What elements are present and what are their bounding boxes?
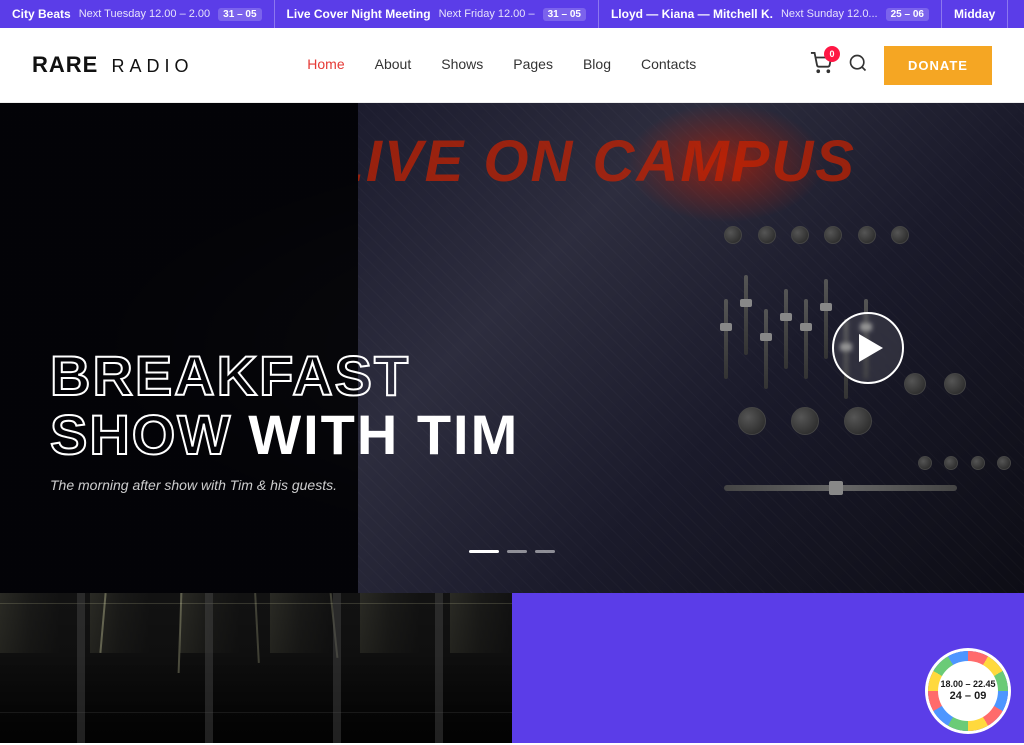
logo-light: RADIO (111, 56, 193, 76)
slide-indicator-3[interactable] (535, 550, 555, 553)
nav-link-about[interactable]: About (375, 56, 412, 72)
crossfader-handle (829, 481, 843, 495)
slide-indicator-2[interactable] (507, 550, 527, 553)
ticker-time-2: Next Friday 12.00 – (439, 8, 535, 20)
cart-badge: 0 (824, 46, 840, 62)
nav-link-contacts[interactable]: Contacts (641, 56, 696, 72)
hero-subtitle: The morning after show with Tim & his gu… (50, 477, 519, 493)
logo-bold: RARE (32, 52, 98, 77)
knob-sm-1 (918, 456, 932, 470)
knob-5 (858, 226, 876, 244)
pillar-1 (77, 593, 85, 743)
play-icon (859, 334, 883, 362)
ticker-time-1: Next Tuesday 12.00 – 2.00 (79, 8, 210, 20)
ticker-item-4: Midday (942, 0, 1008, 28)
badge-time-value: 18.00 – 22.45 (940, 679, 995, 690)
knob-3 (791, 226, 809, 244)
bottom-left-panel (0, 593, 512, 743)
knob-2 (758, 226, 776, 244)
hero-title-show: SHOW (50, 406, 232, 465)
badge-circle: 18.00 – 22.45 24 – 09 (928, 651, 1008, 731)
time-badge: 18.00 – 22.45 24 – 09 (928, 651, 1008, 731)
slide-indicator-1[interactable] (469, 550, 499, 553)
knob-1 (724, 226, 742, 244)
knob-4 (824, 226, 842, 244)
badge-date-value: 24 – 09 (950, 690, 987, 703)
ticker-time-3: Next Sunday 12.0... (781, 8, 878, 20)
nav-item-home[interactable]: Home (307, 56, 344, 74)
hero-title-line1: BREAKFAST (50, 347, 519, 406)
hero-title-with-tim: WITH TIM (248, 406, 519, 465)
hero-content: BREAKFAST SHOW WITH TIM The morning afte… (50, 347, 519, 493)
search-icon (848, 53, 868, 73)
nav-item-contacts[interactable]: Contacts (641, 56, 696, 74)
ticker-show-name-3: Lloyd — Kiana — Mitchell K. (611, 7, 773, 21)
ticker-date-3: 25 – 06 (886, 8, 929, 21)
play-button[interactable] (832, 312, 904, 384)
ticker-bar: City Beats Next Tuesday 12.00 – 2.00 31 … (0, 0, 1024, 28)
ticker-date-2: 31 – 05 (543, 8, 586, 21)
fader-5 (804, 299, 808, 379)
slide-indicators (469, 550, 555, 553)
fader-4 (784, 289, 788, 369)
hero-title-line2: SHOW WITH TIM (50, 406, 519, 465)
bottom-right-panel: 18.00 – 22.45 24 – 09 (512, 593, 1024, 743)
pillar-4 (435, 593, 443, 743)
badge-time-info: 18.00 – 22.45 24 – 09 (938, 661, 998, 721)
ticker-show-name-1: City Beats (12, 7, 71, 21)
search-button[interactable] (848, 53, 868, 78)
campus-text-overlay: LIVE ON CAMPUS (358, 128, 856, 195)
hero-section: LIVE ON CAMPUS BREAKFAST SHOW WITH TIM T… (0, 103, 1024, 593)
header: RARE RADIO Home About Shows Pages Blog C… (0, 28, 1024, 103)
knob-large-2 (791, 407, 819, 435)
header-actions: 0 DONATE (810, 46, 992, 85)
fader-2 (744, 275, 748, 355)
nav-item-blog[interactable]: Blog (583, 56, 611, 74)
nav-link-blog[interactable]: Blog (583, 56, 611, 72)
ticker-date-1: 31 – 05 (218, 8, 261, 21)
nav-item-pages[interactable]: Pages (513, 56, 553, 74)
ticker-show-name-4: Midday (954, 7, 995, 21)
pillar-2 (205, 593, 213, 743)
knob-sm-2 (944, 456, 958, 470)
pillar-3 (333, 593, 341, 743)
ticker-item-3: Lloyd — Kiana — Mitchell K. Next Sunday … (599, 0, 942, 28)
knob-large-4 (904, 373, 926, 395)
nav-item-shows[interactable]: Shows (441, 56, 483, 74)
ticker-item-2: Live Cover Night Meeting Next Friday 12.… (275, 0, 599, 28)
knob-sm-3 (971, 456, 985, 470)
donate-button[interactable]: DONATE (884, 46, 992, 85)
cart-button[interactable]: 0 (810, 52, 832, 79)
logo[interactable]: RARE RADIO (32, 52, 193, 78)
nav-link-shows[interactable]: Shows (441, 56, 483, 72)
knob-large-5 (944, 373, 966, 395)
nav-link-pages[interactable]: Pages (513, 56, 553, 72)
bottom-section: 18.00 – 22.45 24 – 09 (0, 593, 1024, 743)
ticker-show-name-2: Live Cover Night Meeting (287, 7, 431, 21)
main-nav: Home About Shows Pages Blog Contacts (307, 56, 696, 74)
knob-large-1 (738, 407, 766, 435)
nav-item-about[interactable]: About (375, 56, 412, 74)
knob-large-3 (844, 407, 872, 435)
fader-6 (824, 279, 828, 359)
nav-link-home[interactable]: Home (307, 56, 344, 72)
crossfader (724, 485, 957, 491)
ticker-item-1: City Beats Next Tuesday 12.00 – 2.00 31 … (0, 0, 275, 28)
fader-1 (724, 299, 728, 379)
fader-3 (764, 309, 768, 389)
knob-6 (891, 226, 909, 244)
